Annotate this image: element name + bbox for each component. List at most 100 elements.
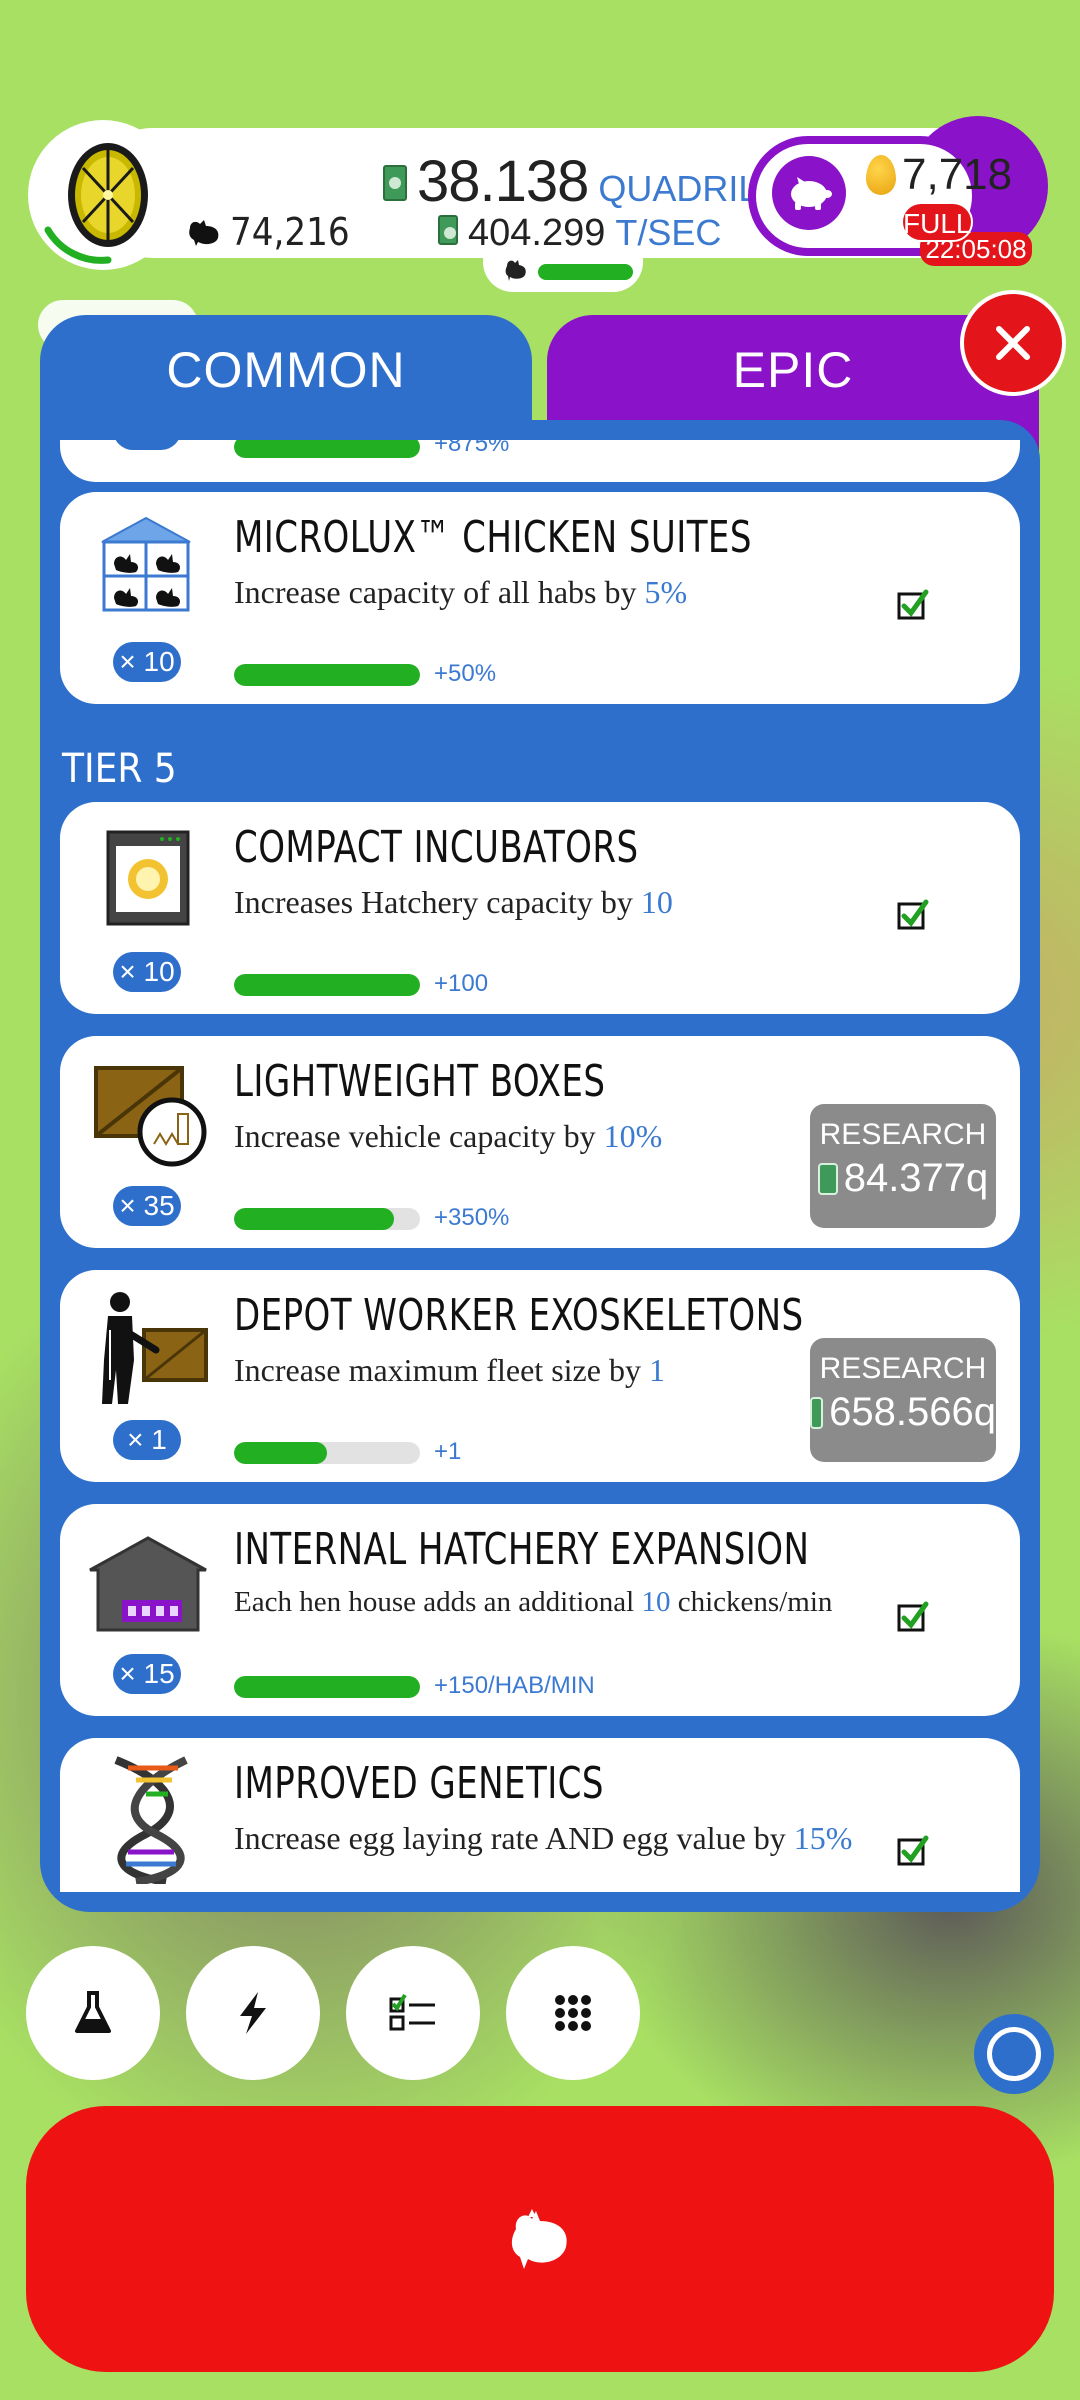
piggy-bank-button[interactable] [772, 156, 846, 230]
piggy-full-badge: FULL [901, 202, 973, 242]
desc-suffix: chickens/min [670, 1586, 833, 1618]
research-list[interactable]: +875% × 10 MICROLUX™ CHICKEN SUITES Incr… [60, 440, 1020, 1892]
progress-label: +350% [434, 1204, 510, 1231]
close-icon [996, 326, 1030, 360]
desc-value: 15% [793, 1820, 853, 1856]
card-description: Increase capacity of all habs by 5% [234, 574, 687, 611]
card-title: INTERNAL HATCHERY EXPANSION [234, 1524, 810, 1575]
hen-house-icon [89, 1536, 207, 1632]
top-hud: 74,216 38.138 QUADRILLION 404.299 T/SEC … [28, 116, 1048, 292]
card-title: IMPROVED GENETICS [234, 1758, 604, 1809]
desc-text: Each hen house adds an additional [234, 1586, 642, 1618]
card-title: DEPOT WORKER EXOSKELETONS [234, 1290, 804, 1341]
research-card-improved-genetics[interactable]: IMPROVED GENETICS Increase egg laying ra… [60, 1738, 1020, 1892]
card-title: COMPACT INCUBATORS [234, 822, 639, 873]
research-cost: 84.377q [810, 1156, 996, 1201]
camera-toggle-button[interactable] [974, 2014, 1054, 2094]
research-card-compact-incubators[interactable]: × 10 COMPACT INCUBATORS Increases Hatche… [60, 802, 1020, 1014]
chicken-icon [511, 2209, 567, 2269]
progress-label: +50% [434, 660, 497, 687]
card-title: MICROLUX™ CHICKEN SUITES [234, 512, 752, 563]
rate-unit: T/SEC [615, 212, 722, 253]
missions-checklist-icon [389, 1993, 435, 2031]
progress-fill [234, 1208, 394, 1230]
boost-nav-button[interactable] [186, 1946, 320, 2080]
research-card-depot-exoskeletons[interactable]: × 1 DEPOT WORKER EXOSKELETONS Increase m… [60, 1270, 1020, 1482]
progress-label: +100 [434, 970, 489, 997]
cash-icon [438, 215, 458, 245]
chicken-suites-icon [101, 516, 191, 612]
progress-track [234, 1442, 420, 1464]
chicken-icon [189, 220, 219, 246]
research-card-internal-hatchery[interactable]: × 15 INTERNAL HATCHERY EXPANSION Each he… [60, 1504, 1020, 1716]
menu-grid-icon [555, 1995, 591, 2031]
research-button[interactable]: RESEARCH 658.566q [810, 1338, 996, 1462]
desc-text: Increase vehicle capacity by [234, 1118, 604, 1154]
desc-value: 10% [603, 1118, 663, 1154]
progress-track [234, 664, 420, 686]
checkbox-done-icon [897, 1835, 929, 1866]
progress-track [234, 1208, 420, 1230]
desc-text: Increase egg laying rate AND egg value b… [234, 1820, 794, 1856]
income-rate: 404.299 T/SEC [438, 212, 721, 255]
golden-egg-value: 7,718 [902, 150, 1013, 199]
card-description: Increase egg laying rate AND egg value b… [234, 1820, 852, 1857]
hatch-chicken-button[interactable] [26, 2106, 1054, 2372]
progress-fill [234, 664, 420, 686]
incubator-icon [106, 830, 190, 926]
tier-header: TIER 5 [62, 746, 177, 792]
exoskeleton-icon [102, 1292, 208, 1404]
card-description: Increase maximum fleet size by 1 [234, 1352, 665, 1389]
current-egg-button[interactable] [28, 120, 178, 270]
cash-icon [810, 1396, 824, 1429]
card-description: Increases Hatchery capacity by 10 [234, 884, 673, 921]
piggy-bank-icon [791, 177, 832, 210]
chicken-run-icon [505, 260, 526, 281]
research-flask-icon [75, 1991, 111, 2033]
research-card-lightweight-boxes[interactable]: × 35 LIGHTWEIGHT BOXES Increase vehicle … [60, 1036, 1020, 1248]
research-panel: +875% × 10 MICROLUX™ CHICKEN SUITES Incr… [40, 420, 1040, 1912]
quantum-egg-icon [44, 143, 148, 264]
research-card-microlux[interactable]: × 10 MICROLUX™ CHICKEN SUITES Increase c… [60, 492, 1020, 704]
desc-text: Increase capacity of all habs by [234, 574, 645, 610]
research-cost-value: 658.566q [829, 1390, 996, 1434]
progress-label: +875% [434, 440, 510, 457]
research-card-partial: +875% [60, 440, 1020, 482]
progress-label: +1 [434, 1438, 462, 1465]
desc-value: 10 [640, 884, 673, 920]
research-label: RESEARCH [819, 1118, 987, 1151]
desc-value: 10 [641, 1586, 671, 1618]
close-button[interactable] [960, 290, 1066, 396]
progress-fill [234, 1676, 420, 1698]
chicken-count-value: 74,216 [230, 210, 350, 254]
chicken-run-bar [538, 264, 633, 280]
card-title: LIGHTWEIGHT BOXES [234, 1056, 606, 1107]
desc-text: Increase maximum fleet size by [234, 1352, 649, 1388]
golden-egg-count: 7,718 [866, 150, 1012, 200]
card-description: Each hen house adds an additional 10 chi… [234, 1586, 832, 1619]
research-cost: 658.566q [810, 1390, 996, 1435]
checkbox-done-icon [897, 1601, 929, 1632]
checkbox-done-icon [897, 899, 929, 930]
money-value: 38.138 [417, 149, 589, 214]
multiplier-badge: × 10 [113, 642, 181, 682]
multiplier-badge: × 35 [113, 1186, 181, 1226]
missions-nav-button[interactable] [346, 1946, 480, 2080]
progress-track [234, 974, 420, 996]
multiplier-badge [113, 440, 181, 450]
research-nav-button[interactable] [26, 1946, 160, 2080]
progress-track [234, 1676, 420, 1698]
rate-value: 404.299 [468, 212, 606, 254]
card-description: Increase vehicle capacity by 10% [234, 1118, 662, 1155]
research-label: RESEARCH [819, 1352, 987, 1385]
research-button[interactable]: RESEARCH 84.377q [810, 1104, 996, 1228]
progress-fill [234, 440, 420, 458]
boost-lightning-icon [240, 1992, 266, 2034]
multiplier-badge: × 1 [113, 1420, 181, 1460]
menu-nav-button[interactable] [506, 1946, 640, 2080]
cash-icon [383, 165, 407, 201]
chicken-count: 74,216 [186, 210, 350, 254]
golden-egg-icon [866, 155, 896, 195]
chicken-run-progress [483, 252, 643, 292]
progress-track [234, 440, 420, 458]
